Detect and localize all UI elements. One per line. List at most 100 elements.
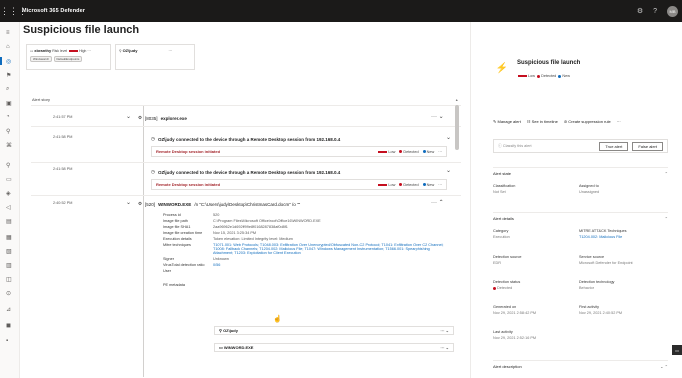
detection-source-field: Detection source EDR — [493, 255, 522, 265]
state-dot — [558, 74, 562, 78]
detail-key: Signer — [163, 257, 174, 261]
more-icon[interactable]: ··· ⌄ — [441, 345, 449, 350]
chevron-down-icon[interactable]: ⌄ — [126, 199, 131, 206]
chat-icon[interactable]: ▭ — [672, 345, 682, 355]
pe-entity-box[interactable]: ▭ WINWORD.EXE ··· ⌄ — [214, 343, 454, 352]
connection-event[interactable]: ◷ OZ\judy connected to the device throug… — [151, 169, 340, 175]
app-title: Microsoft 365 Defender — [22, 8, 86, 14]
connection-event[interactable]: ◷ OZ\judy connected to the device throug… — [151, 136, 340, 142]
partners-icon[interactable]: ⚲ — [6, 128, 10, 135]
detail-value: Nov 15, 2021 3:25:34 PM — [213, 231, 257, 235]
user-entity-name: OZ\judy — [223, 328, 238, 333]
actions-icon[interactable]: ▣ — [6, 100, 12, 107]
status-dot — [399, 150, 403, 153]
devices-icon[interactable]: ▭ — [6, 176, 12, 183]
mitre-technique-link[interactable]: T1204.002: Malicious File — [579, 235, 627, 239]
detail-key: Mitre techniques — [163, 243, 191, 247]
avatar[interactable]: MB — [667, 5, 678, 17]
see-in-timeline-button[interactable]: ☷ See in timeline — [527, 119, 558, 124]
process-details: Process id 520 Image file path C:\Program … — [163, 213, 448, 289]
field-label: Category — [493, 229, 509, 233]
chevron-down-icon[interactable]: ⌄ — [446, 134, 451, 141]
field-label: Service source — [579, 255, 605, 259]
virustotal-link[interactable]: 0/56 — [213, 263, 220, 267]
chevron-down-icon[interactable]: ⌄ — [126, 113, 131, 120]
create-suppression-label: Create suppression rule — [568, 119, 611, 124]
scroll-up-icon[interactable]: ▲ — [455, 98, 458, 102]
alert-state-header[interactable]: Alert state ⌃ — [493, 167, 668, 176]
field-label: Generated on — [493, 305, 517, 309]
scrollbar[interactable] — [455, 105, 459, 150]
mitre-link[interactable]: T1071.001: Web Protocols; T1048.003: Exf… — [213, 243, 448, 255]
process-id: [8035] — [145, 115, 158, 121]
app-launcher-icon[interactable]: ⋮⋮⋮ — [0, 6, 27, 17]
shield-icon[interactable]: ◎ — [6, 58, 11, 65]
field-value: Execution — [493, 235, 510, 239]
more-icon[interactable]: ▪ — [6, 338, 8, 344]
last-activity-field: Last activity Nov 29, 2021 2:52:16 PM — [493, 330, 536, 340]
reports-icon[interactable]: ◔ — [6, 114, 10, 120]
true-alert-button[interactable]: True alert — [599, 141, 629, 151]
apps-icon[interactable]: ◼ — [6, 322, 11, 329]
user-card[interactable]: ⚲ OZ\judy ··· — [115, 44, 195, 70]
explorer-icon[interactable]: ▦ — [6, 234, 12, 241]
campaigns-icon[interactable]: ◫ — [6, 276, 12, 283]
chevron-up-icon[interactable]: ⌃ — [665, 171, 668, 176]
menu-icon[interactable]: ≡ — [6, 30, 10, 36]
process-node[interactable]: ⚙ [520] WINWORD.EXE /n "C:\Users\judy\De… — [138, 201, 300, 207]
incidents-icon[interactable]: ⚑ — [6, 72, 11, 79]
tree-line — [143, 105, 144, 377]
cloud-icon[interactable]: ⊙ — [6, 290, 11, 297]
status-label: Detected — [403, 149, 419, 154]
more-icon[interactable]: ··· ⌄ — [441, 328, 449, 333]
more-icon[interactable]: ··· — [438, 150, 442, 154]
chevron-up-icon[interactable]: ⌃ — [665, 216, 668, 221]
field-label: Detection source — [493, 255, 522, 259]
collapse-icon[interactable]: ··· ⌃ — [431, 199, 444, 206]
more-icon[interactable]: ··· — [168, 49, 172, 53]
alert-state-heading: Alert state — [493, 171, 512, 176]
alert-story-tree: 2:41:57 PM ⌄ ⚙ [8035] explorer.exe ··· ⌄… — [31, 105, 471, 377]
info-icon: ⓘ — [498, 143, 502, 148]
field-label: MITRE ATT&CK Techniques — [579, 229, 627, 233]
see-in-timeline-label: See in timeline — [531, 119, 558, 124]
help-icon[interactable]: ? — [653, 8, 657, 15]
alert-details-header[interactable]: Alert details ⌃ — [493, 212, 668, 221]
state-label: New — [426, 149, 435, 154]
more-icon[interactable]: ··· ⌄ — [431, 113, 444, 120]
alert-description-header[interactable]: Alert description ⌄ ⌃ — [493, 360, 668, 369]
mail-icon[interactable]: ▤ — [6, 218, 12, 225]
device-card[interactable]: ▭ xbranthy Risk level High ··· Windows10… — [26, 44, 111, 70]
review-icon[interactable]: ▥ — [6, 262, 12, 269]
settings-icon[interactable]: ⚙ — [637, 7, 643, 15]
alert-side-panel: ⚡ Suspicious file launch Low Detected Ne… — [470, 22, 682, 378]
alert-item[interactable]: Remote Desktop session initiated Low Det… — [151, 146, 447, 157]
home-icon[interactable]: ⌂ — [6, 44, 10, 50]
audio-icon[interactable]: ◁ — [6, 204, 11, 211]
more-actions-icon[interactable]: ··· — [617, 119, 621, 124]
manage-alert-button[interactable]: ✎ Manage alert — [493, 119, 521, 124]
search-icon[interactable]: ⚲ — [6, 162, 10, 169]
policies-icon[interactable]: ▧ — [6, 248, 12, 255]
more-icon[interactable]: ··· — [438, 183, 442, 187]
process-node[interactable]: ⚙ [8035] explorer.exe — [138, 115, 187, 121]
assigned-field: Assigned to Unassigned — [579, 184, 599, 194]
process-name: explorer.exe — [160, 115, 187, 121]
risk-label: Risk level — [52, 49, 68, 53]
false-alert-button[interactable]: False alert — [632, 141, 663, 151]
more-icon[interactable]: ··· — [87, 49, 91, 53]
chevron-down-icon[interactable]: ⌄ — [446, 167, 451, 174]
mitre-field: MITRE ATT&CK Techniques T1204.002: Malic… — [579, 229, 627, 239]
severity-bar — [378, 183, 388, 186]
vulnerability-icon[interactable]: ◈ — [6, 190, 11, 197]
chart-icon[interactable]: ⊿ — [6, 306, 11, 313]
create-suppression-rule-button[interactable]: ⊘ Create suppression rule — [564, 119, 611, 124]
detail-value: C:\Program Files\Microsoft Office\root\O… — [213, 219, 321, 223]
hunting-icon[interactable]: ⌕ — [6, 86, 9, 93]
alert-item[interactable]: Remote Desktop session initiated Low Det… — [151, 179, 447, 190]
evaluation-icon[interactable]: ⌘ — [6, 142, 12, 149]
chevron-down-icon[interactable]: ⌄ ⌃ — [660, 364, 668, 369]
alert-name: Remote Desktop session initiated — [156, 182, 221, 187]
device-name: xbranthy — [34, 48, 52, 53]
user-entity-box[interactable]: ⚲ OZ\judy ··· ⌄ — [214, 326, 454, 335]
